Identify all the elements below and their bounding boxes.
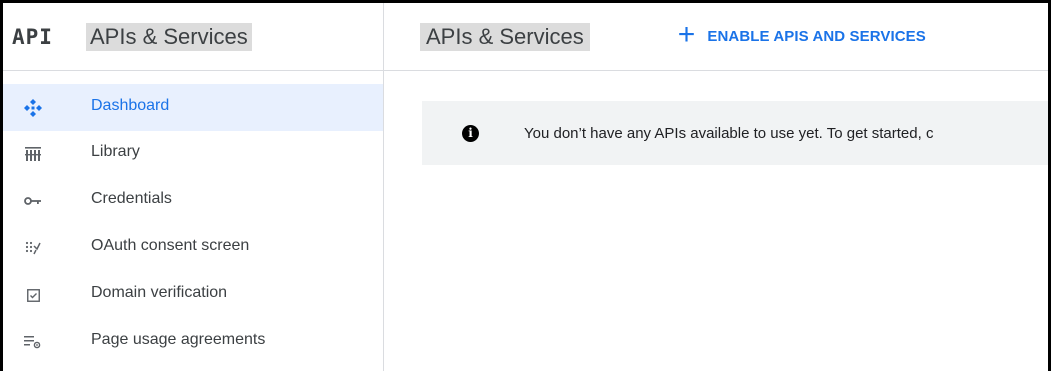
api-logo: API [12, 24, 53, 49]
sidebar-header: API APIs & Services [3, 3, 383, 71]
sidebar-item-label: Page usage agreements [91, 331, 266, 348]
library-icon [20, 142, 46, 166]
sidebar-item-oauth-consent[interactable]: OAuth consent screen [3, 224, 383, 272]
plus-icon: + [677, 17, 696, 51]
enable-apis-label: ENABLE APIS AND SERVICES [707, 28, 926, 45]
sidebar-item-domain-verification[interactable]: Domain verification [3, 271, 383, 319]
sidebar-nav: Dashboard Library Credentials OAuth cons… [3, 71, 383, 366]
oauth-icon [20, 236, 46, 260]
sidebar-item-dashboard[interactable]: Dashboard [3, 84, 383, 131]
info-banner: i You don’t have any APIs available to u… [422, 101, 1048, 165]
sidebar-item-label: Domain verification [91, 284, 228, 301]
sidebar: API APIs & Services Dashboard Library Cr… [3, 3, 384, 371]
sidebar-item-credentials[interactable]: Credentials [3, 177, 383, 225]
enable-apis-button[interactable]: + ENABLE APIS AND SERVICES [677, 17, 926, 51]
info-banner-text: You don’t have any APIs available to use… [524, 124, 934, 142]
sidebar-item-label: Dashboard [91, 96, 170, 114]
key-icon [20, 189, 46, 213]
main-header: APIs & Services + ENABLE APIS AND SERVIC… [384, 3, 1048, 71]
dashboard-icon [20, 96, 46, 120]
page-title: APIs & Services [420, 22, 590, 51]
info-icon: i [462, 124, 479, 142]
settings-list-icon [20, 330, 46, 354]
sidebar-item-library[interactable]: Library [3, 130, 383, 178]
sidebar-item-label: Library [91, 143, 140, 160]
sidebar-item-page-usage-agreements[interactable]: Page usage agreements [3, 318, 383, 366]
sidebar-title: APIs & Services [86, 22, 252, 51]
checkbox-icon [20, 283, 46, 307]
sidebar-item-label: Credentials [91, 190, 172, 207]
sidebar-item-label: OAuth consent screen [91, 237, 250, 254]
